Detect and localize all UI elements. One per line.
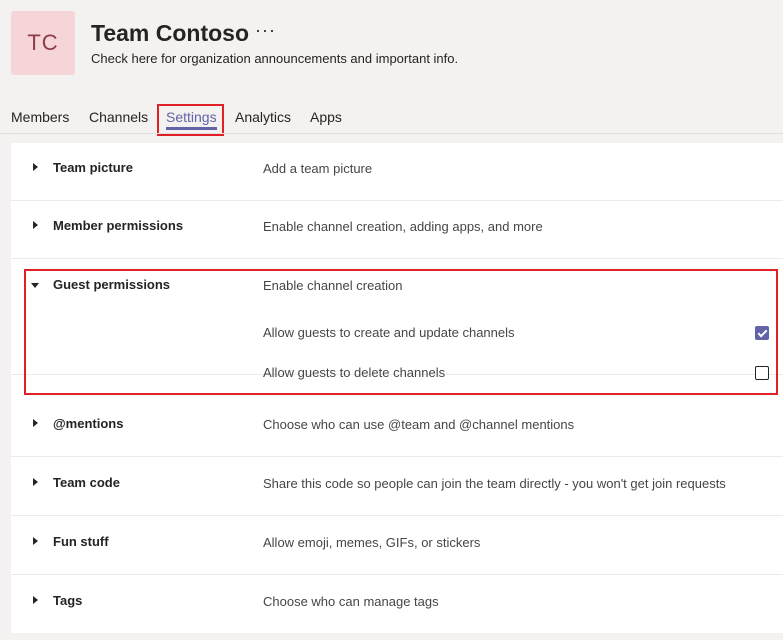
team-avatar: TC [11,11,75,75]
setting-fun-stuff[interactable]: Fun stuff Allow emoji, memes, GIFs, or s… [11,517,783,575]
expand-chevron-icon[interactable] [33,478,38,486]
tab-apps[interactable]: Apps [310,106,342,130]
settings-tab-highlight [157,104,224,136]
setting-description: Allow emoji, memes, GIFs, or stickers [263,535,481,550]
team-name: Team Contoso [91,20,250,46]
team-header: TC Team Contoso ··· Check here for organ… [11,11,771,75]
setting-description: Share this code so people can join the t… [263,476,726,491]
expand-chevron-icon[interactable] [33,419,38,427]
setting-title[interactable]: Fun stuff [53,534,109,549]
setting-mentions[interactable]: @mentions Choose who can use @team and @… [11,399,783,457]
setting-description: Choose who can use @team and @channel me… [263,417,575,432]
team-description: Check here for organization announcement… [91,51,459,66]
expand-chevron-icon[interactable] [33,537,38,545]
setting-description: Choose who can manage tags [263,594,439,609]
tab-channels[interactable]: Channels [89,106,148,130]
setting-member-permissions[interactable]: Member permissions Enable channel creati… [11,201,783,259]
setting-team-code[interactable]: Team code Share this code so people can … [11,458,783,516]
setting-title[interactable]: Team code [53,475,120,490]
setting-description: Add a team picture [263,161,373,176]
setting-team-picture[interactable]: Team picture Add a team picture [11,143,783,201]
tab-analytics[interactable]: Analytics [235,106,291,130]
setting-description: Enable channel creation, adding apps, an… [263,219,543,234]
setting-title[interactable]: @mentions [53,416,123,431]
expand-chevron-icon[interactable] [33,163,38,171]
setting-title[interactable]: Tags [53,593,82,608]
expand-chevron-icon[interactable] [33,596,38,604]
more-options-icon[interactable]: ··· [255,21,276,39]
guest-permissions-highlight [24,269,778,395]
setting-title[interactable]: Member permissions [53,218,183,233]
expand-chevron-icon[interactable] [33,221,38,229]
setting-tags[interactable]: Tags Choose who can manage tags [11,576,783,634]
tab-divider [0,133,783,134]
setting-title[interactable]: Team picture [53,160,133,175]
tab-members[interactable]: Members [11,106,69,130]
